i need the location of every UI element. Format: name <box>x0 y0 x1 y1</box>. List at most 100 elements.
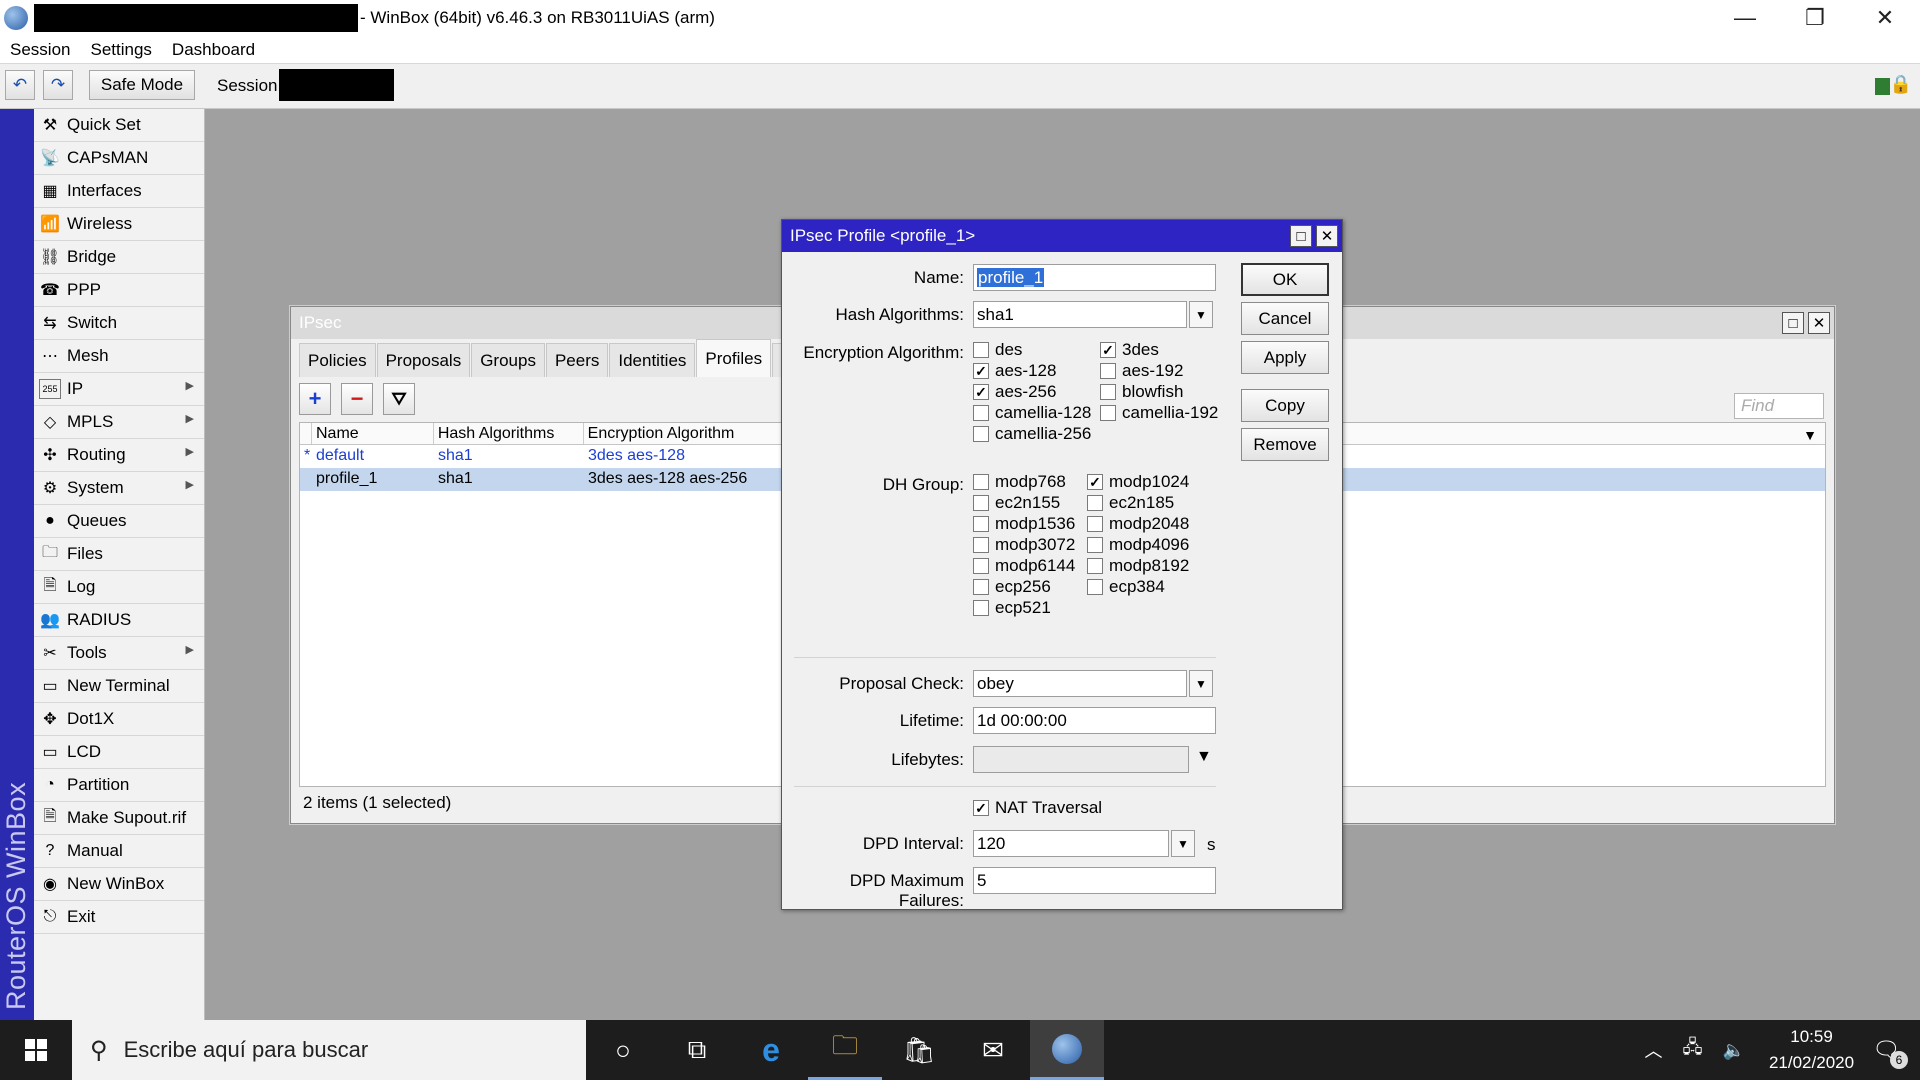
checkbox-modp1024[interactable]: ✓ modp1024 <box>1087 472 1189 492</box>
winbox-taskbar-icon[interactable] <box>1030 1020 1104 1080</box>
lifebytes-field[interactable] <box>973 746 1189 773</box>
tab-policies[interactable]: Policies <box>299 343 376 377</box>
close-icon[interactable]: ✕ <box>1808 312 1830 334</box>
checkbox-modp8192[interactable]: modp8192 <box>1087 556 1189 576</box>
checkbox-modp768[interactable]: modp768 <box>973 472 1066 492</box>
checkbox-aes-256[interactable]: ✓ aes-256 <box>973 382 1056 402</box>
checkbox-aes-128[interactable]: ✓ aes-128 <box>973 361 1056 381</box>
columns-dropdown-icon[interactable]: ▼ <box>1803 427 1817 443</box>
taskbar-search[interactable]: ⚲ Escribe aquí para buscar <box>72 1020 586 1080</box>
proposal-dropdown-icon[interactable]: ▼ <box>1189 670 1213 697</box>
checkbox-modp4096[interactable]: modp4096 <box>1087 535 1189 555</box>
sidebar-item-lcd[interactable]: ▭ LCD <box>34 736 204 769</box>
sidebar-item-system[interactable]: ⚙ System ▶ <box>34 472 204 505</box>
sidebar-item-make-supout-rif[interactable]: 🗎 Make Supout.rif <box>34 802 204 835</box>
tab-identities[interactable]: Identities <box>609 343 696 377</box>
checkbox-modp6144[interactable]: modp6144 <box>973 556 1075 576</box>
checkbox-modp1536[interactable]: modp1536 <box>973 514 1075 534</box>
task-view-icon[interactable]: ⧉ <box>660 1020 734 1080</box>
cancel-button[interactable]: Cancel <box>1241 302 1329 335</box>
sidebar-item-interfaces[interactable]: ▦ Interfaces <box>34 175 204 208</box>
sidebar-item-files[interactable]: 🗀 Files <box>34 538 204 571</box>
name-field[interactable]: profile_1 <box>973 264 1216 291</box>
notifications-icon[interactable]: 🗨 6 <box>1872 1037 1908 1069</box>
dpd-max-failures-field[interactable]: 5 <box>973 867 1216 894</box>
find-input[interactable]: Find <box>1734 393 1824 419</box>
sidebar-item-capsman[interactable]: 📡 CAPsMAN <box>34 142 204 175</box>
redo-button[interactable]: ↷ <box>43 70 73 100</box>
sidebar-item-log[interactable]: 🗎 Log <box>34 571 204 604</box>
file-explorer-icon[interactable]: 🗀 <box>808 1020 882 1080</box>
mail-icon[interactable]: ✉ <box>956 1020 1030 1080</box>
sidebar-item-tools[interactable]: ✂ Tools ▶ <box>34 637 204 670</box>
close-button[interactable]: ✕ <box>1850 0 1920 36</box>
proposal-check-select[interactable]: obey <box>973 670 1187 697</box>
sidebar-item-radius[interactable]: 👥 RADIUS <box>34 604 204 637</box>
remove-button[interactable]: Remove <box>1241 428 1329 461</box>
filter-icon[interactable]: ⛛ <box>383 383 415 415</box>
restore-button[interactable]: ❐ <box>1780 0 1850 36</box>
safe-mode-button[interactable]: Safe Mode <box>89 70 195 100</box>
sidebar-item-partition[interactable]: ◔ Partition <box>34 769 204 802</box>
menu-session[interactable]: Session <box>0 40 80 60</box>
sidebar-item-ip[interactable]: 255 IP ▶ <box>34 373 204 406</box>
checkbox-ecp384[interactable]: ecp384 <box>1087 577 1165 597</box>
edge-icon[interactable]: e <box>734 1020 808 1080</box>
lifebytes-dropdown-icon[interactable]: ▼ <box>1196 748 1212 766</box>
apply-button[interactable]: Apply <box>1241 341 1329 374</box>
sidebar-item-quick-set[interactable]: ⚒ Quick Set <box>34 109 204 142</box>
checkbox-camellia-192[interactable]: camellia-192 <box>1100 403 1218 423</box>
sidebar-item-ppp[interactable]: ☎ PPP <box>34 274 204 307</box>
dpd-interval-dropdown-icon[interactable]: ▼ <box>1171 830 1195 857</box>
checkbox-des[interactable]: des <box>973 340 1022 360</box>
sidebar-item-exit[interactable]: ⎋ Exit <box>34 901 204 934</box>
sidebar-item-new-winbox[interactable]: ◉ New WinBox <box>34 868 204 901</box>
sidebar-item-queues[interactable]: ● Queues <box>34 505 204 538</box>
sidebar-item-dot1x[interactable]: ✥ Dot1X <box>34 703 204 736</box>
dpd-interval-field[interactable]: 120 <box>973 830 1169 857</box>
volume-icon[interactable]: 🔈 <box>1723 1040 1745 1061</box>
sidebar-item-wireless[interactable]: 📶 Wireless <box>34 208 204 241</box>
sidebar-item-new-terminal[interactable]: ▭ New Terminal <box>34 670 204 703</box>
checkbox-ec2n185[interactable]: ec2n185 <box>1087 493 1174 513</box>
menu-dashboard[interactable]: Dashboard <box>162 40 265 60</box>
undo-button[interactable]: ↶ <box>5 70 35 100</box>
maximize-icon[interactable]: □ <box>1290 225 1312 247</box>
sidebar-item-switch[interactable]: ⇆ Switch <box>34 307 204 340</box>
sidebar-item-mpls[interactable]: ◇ MPLS ▶ <box>34 406 204 439</box>
maximize-icon[interactable]: □ <box>1782 312 1804 334</box>
checkbox-modp3072[interactable]: modp3072 <box>973 535 1075 555</box>
checkbox-ecp521[interactable]: ecp521 <box>973 598 1051 618</box>
sidebar-item-bridge[interactable]: ⛓ Bridge <box>34 241 204 274</box>
remove-icon[interactable]: − <box>341 383 373 415</box>
tab-groups[interactable]: Groups <box>471 343 545 377</box>
tab-peers[interactable]: Peers <box>545 343 609 377</box>
ok-button[interactable]: OK <box>1241 263 1329 296</box>
start-button[interactable] <box>0 1020 72 1080</box>
dialog-title-bar[interactable]: IPsec Profile <profile_1> □ ✕ <box>782 220 1342 252</box>
sidebar-item-manual[interactable]: ? Manual <box>34 835 204 868</box>
store-icon[interactable]: 🛍 <box>882 1020 956 1080</box>
checkbox-ec2n155[interactable]: ec2n155 <box>973 493 1060 513</box>
column-name[interactable]: Name <box>312 423 434 444</box>
checkbox-ecp256[interactable]: ecp256 <box>973 577 1051 597</box>
checkbox-aes-192[interactable]: aes-192 <box>1100 361 1183 381</box>
copy-button[interactable]: Copy <box>1241 389 1329 422</box>
column-hash[interactable]: Hash Algorithms <box>434 423 584 444</box>
sidebar-item-mesh[interactable]: ⋯ Mesh <box>34 340 204 373</box>
checkbox-blowfish[interactable]: blowfish <box>1100 382 1183 402</box>
close-icon[interactable]: ✕ <box>1316 225 1338 247</box>
minimize-button[interactable]: — <box>1710 0 1780 36</box>
add-icon[interactable]: + <box>299 383 331 415</box>
menu-settings[interactable]: Settings <box>80 40 161 60</box>
checkbox-modp2048[interactable]: modp2048 <box>1087 514 1189 534</box>
tab-proposals[interactable]: Proposals <box>376 343 471 377</box>
checkbox-camellia-256[interactable]: camellia-256 <box>973 424 1091 444</box>
hash-select[interactable]: sha1 <box>973 301 1187 328</box>
clock[interactable]: 10:59 21/02/2020 <box>1769 1024 1854 1076</box>
tab-profiles[interactable]: Profiles <box>696 339 772 377</box>
cortana-icon[interactable]: ○ <box>586 1020 660 1080</box>
chevron-up-icon[interactable]: ︿ <box>1644 1037 1662 1063</box>
checkbox-camellia-128[interactable]: camellia-128 <box>973 403 1091 423</box>
hash-dropdown-icon[interactable]: ▼ <box>1189 301 1213 328</box>
